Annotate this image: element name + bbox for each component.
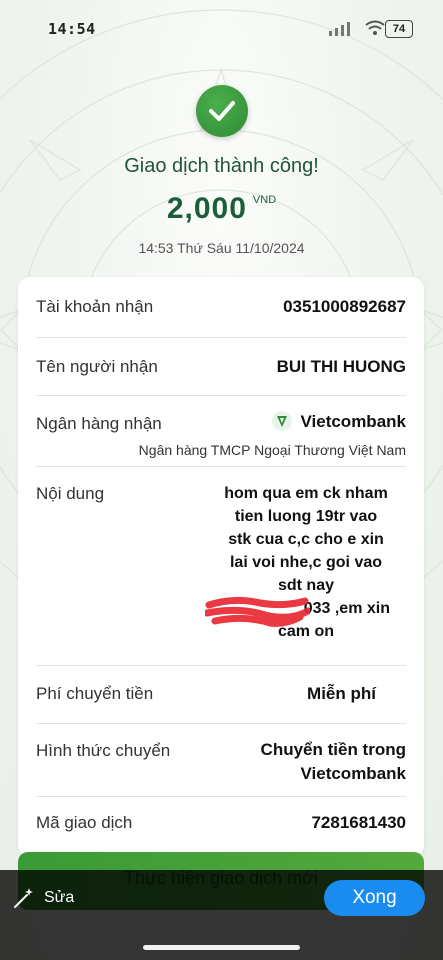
content-label: Nội dung: [36, 484, 105, 503]
redaction-scribble: [205, 597, 310, 627]
magic-wand-icon: [14, 888, 33, 908]
method-label: Hình thức chuyển: [36, 741, 171, 760]
content-line: sdt nay: [277, 577, 334, 594]
content-line: tien luong 19tr vao: [234, 508, 378, 525]
recipient-label: Tên người nhận: [36, 357, 158, 376]
page-title: Giao dịch thành công!: [124, 155, 319, 177]
signal-icon: [329, 22, 350, 36]
edit-button[interactable]: Sửa: [12, 886, 74, 910]
account-label: Tài khoản nhận: [36, 297, 154, 316]
row-method: Hình thức chuyển Chuyển tiền trong Vietc…: [36, 723, 406, 797]
row-fee: Phí chuyển tiền Miễn phí: [36, 665, 406, 724]
content-line: hom qua em ck nham: [224, 485, 388, 502]
transaction-id-value: 7281681430: [311, 813, 406, 832]
battery-icon: 74: [385, 20, 413, 38]
edit-label: Sửa: [44, 889, 75, 907]
details-card: Tài khoản nhận 0351000892687 Tên người n…: [18, 277, 424, 857]
bank-name: Vietcombank: [300, 412, 406, 431]
row-transaction-id: Mã giao dịch 7281681430: [36, 796, 406, 857]
bank-label: Ngân hàng nhận: [36, 414, 162, 433]
method-value-line1: Chuyển tiền trong: [260, 740, 406, 759]
success-check-icon: [196, 85, 248, 137]
recipient-value: BUI THI HUONG: [276, 357, 406, 376]
content-line: lai voi nhe,c goi vao: [229, 554, 383, 571]
bank-full-name: Ngân hàng TMCP Ngoại Thương Việt Nam: [138, 442, 406, 458]
method-value-line2: Vietcombank: [300, 764, 406, 783]
vietcombank-logo-icon: [272, 410, 293, 431]
row-bank: Ngân hàng nhận Vietcombank Ngân hàng TMC…: [36, 395, 406, 467]
wifi-icon: [365, 20, 385, 35]
transaction-datetime: 14:53 Thứ Sáu 11/10/2024: [138, 240, 305, 256]
fee-value: Miễn phí: [307, 684, 376, 703]
account-value: 0351000892687: [283, 297, 406, 316]
content-line: stk cua c,c cho e xin: [228, 531, 384, 548]
row-recipient: Tên người nhận BUI THI HUONG: [36, 337, 406, 396]
home-indicator[interactable]: [143, 945, 300, 950]
currency: VND: [252, 194, 277, 206]
done-button[interactable]: Xong: [324, 880, 425, 916]
status-bar: 14:54 74: [0, 0, 443, 60]
amount: 2,000 VND: [0, 192, 443, 226]
fee-label: Phí chuyển tiền: [36, 684, 154, 703]
row-account: Tài khoản nhận 0351000892687: [36, 277, 406, 338]
transaction-id-label: Mã giao dịch: [36, 813, 133, 832]
bank-value: Vietcombank: [272, 410, 406, 433]
amount-value: 2,000: [166, 192, 247, 225]
clock: 14:54: [48, 20, 96, 38]
row-content: Nội dung hom qua em ck nham tien luong 1…: [36, 466, 406, 666]
